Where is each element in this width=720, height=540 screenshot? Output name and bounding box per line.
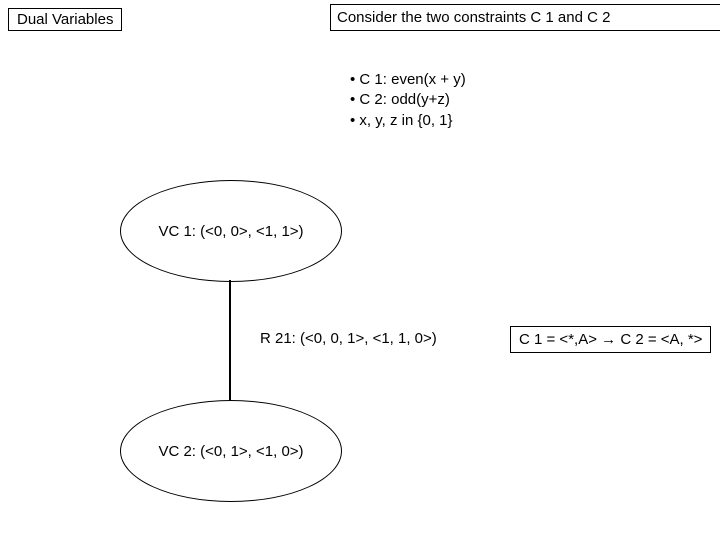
node-vc2-label: VC 2: (<0, 1>, <1, 0>) [158,443,303,460]
mapping-right: C 2 = <A, *> [620,331,702,348]
constraint-c1: • C 1: even(x + y) [350,70,466,90]
constraint-c2: • C 2: odd(y+z) [350,90,466,110]
mapping-left: C 1 = <*,A> [519,331,597,348]
node-vc2: VC 2: (<0, 1>, <1, 0>) [120,400,342,502]
edge-label-r21-text: R 21: (<0, 0, 1>, <1, 1, 0>) [260,330,437,347]
edge-label-r21: R 21: (<0, 0, 1>, <1, 1, 0>) [260,330,437,347]
constraints-list: • C 1: even(x + y) • C 2: odd(y+z) • x, … [350,70,466,131]
constraints-heading-box: Consider the two constraints C 1 and C 2 [330,4,720,31]
title-text: Dual Variables [17,11,113,28]
title-box: Dual Variables [8,8,122,31]
node-vc1-label: VC 1: (<0, 0>, <1, 1>) [158,223,303,240]
diagram-stage: Dual Variables Consider the two constrai… [0,0,720,540]
edge-vc1-vc2 [229,280,231,400]
domain-xyz: • x, y, z in {0, 1} [350,111,466,131]
arrow-icon: → [601,331,616,348]
constraint-mapping-box: C 1 = <*,A> → C 2 = <A, *> [510,326,711,353]
node-vc1: VC 1: (<0, 0>, <1, 1>) [120,180,342,282]
constraints-heading-text: Consider the two constraints C 1 and C 2 [337,9,610,26]
